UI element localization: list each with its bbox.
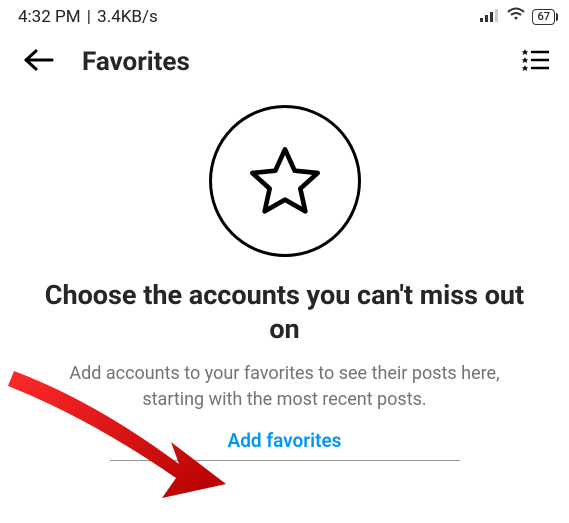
app-header: Favorites — [0, 33, 569, 87]
star-circle-icon — [209, 105, 361, 257]
page-title: Favorites — [82, 47, 190, 77]
status-right: 67 — [480, 6, 555, 27]
signal-icon — [480, 7, 500, 27]
back-button[interactable] — [24, 48, 54, 76]
divider — [110, 460, 460, 461]
status-bar: 4:32 PM | 3.4KB/s 67 — [0, 0, 569, 33]
manage-list-button[interactable] — [521, 48, 549, 76]
status-separator: | — [83, 7, 96, 27]
status-net-speed: 3.4KB/s — [97, 7, 158, 27]
battery-icon: 67 — [532, 9, 555, 25]
star-outline-icon — [245, 141, 325, 221]
status-left: 4:32 PM | 3.4KB/s — [18, 7, 158, 27]
empty-state-heading: Choose the accounts you can't miss out o… — [40, 279, 529, 347]
empty-state-subtext: Add accounts to your favorites to see th… — [40, 361, 529, 413]
add-favorites-link[interactable]: Add favorites — [228, 429, 342, 452]
status-time: 4:32 PM — [18, 7, 81, 27]
wifi-icon — [506, 6, 526, 27]
empty-state: Choose the accounts you can't miss out o… — [0, 87, 569, 461]
battery-percent: 67 — [537, 10, 550, 24]
